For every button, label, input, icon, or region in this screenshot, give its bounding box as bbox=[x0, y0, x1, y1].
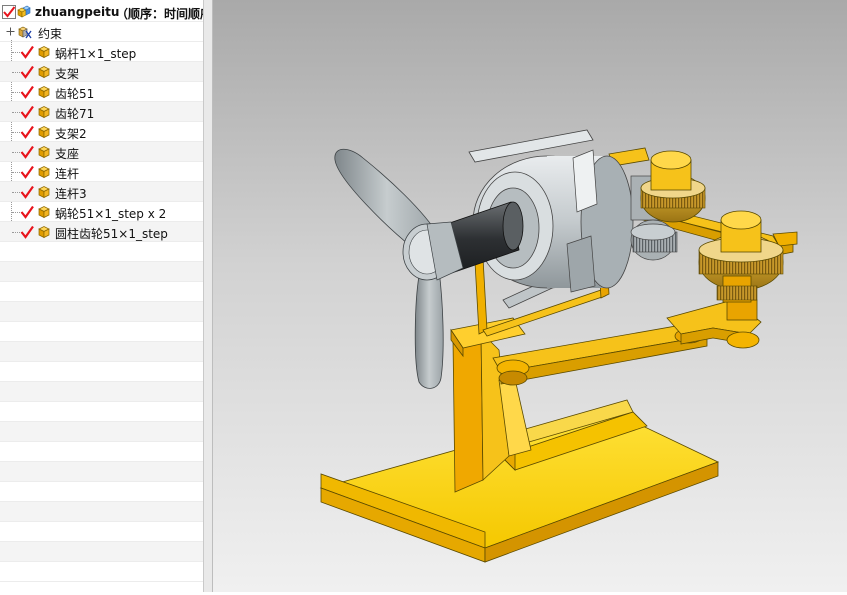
tree-item-part[interactable]: 齿轮71 bbox=[0, 102, 203, 122]
red-checkmark-icon[interactable] bbox=[20, 225, 34, 239]
empty-row bbox=[0, 382, 203, 402]
tree-item-constraints[interactable]: 约束 bbox=[0, 22, 203, 42]
graphics-viewport[interactable] bbox=[213, 0, 847, 592]
red-checkmark-icon[interactable] bbox=[20, 185, 34, 199]
empty-row bbox=[0, 302, 203, 322]
red-checkmark-icon[interactable] bbox=[20, 165, 34, 179]
red-checkmark-icon[interactable] bbox=[20, 105, 34, 119]
tree-item-part[interactable]: 连杆3 bbox=[0, 182, 203, 202]
tree-item-part[interactable]: 支架2 bbox=[0, 122, 203, 142]
root-checkbox-icon[interactable] bbox=[2, 5, 16, 19]
tree-item-part[interactable]: 支座 bbox=[0, 142, 203, 162]
root-name: zhuangpeitu bbox=[35, 5, 120, 19]
empty-row bbox=[0, 482, 203, 502]
part-label: 蜗轮51×1_step x 2 bbox=[55, 207, 167, 221]
part-cube-icon bbox=[38, 106, 50, 119]
assembly-navigator: zhuangpeitu （顺序：时间顺序 约束 蜗杆1×1_step 支架 齿轮… bbox=[0, 0, 203, 592]
red-checkmark-icon[interactable] bbox=[20, 85, 34, 99]
tree-root-row[interactable]: zhuangpeitu （顺序：时间顺序 bbox=[0, 2, 203, 22]
part-label: 连杆3 bbox=[55, 187, 87, 201]
tree-item-part[interactable]: 齿轮51 bbox=[0, 82, 203, 102]
part-label: 支座 bbox=[55, 147, 80, 161]
red-checkmark-icon[interactable] bbox=[20, 205, 34, 219]
part-cube-icon bbox=[38, 226, 50, 239]
part-label: 连杆 bbox=[55, 167, 80, 181]
part-cube-icon bbox=[38, 66, 50, 79]
red-checkmark-icon[interactable] bbox=[20, 145, 34, 159]
empty-row bbox=[0, 422, 203, 442]
empty-row bbox=[0, 502, 203, 522]
tree-item-part[interactable]: 蜗杆1×1_step bbox=[0, 42, 203, 62]
empty-row bbox=[0, 522, 203, 542]
part-cube-icon bbox=[38, 166, 50, 179]
empty-row bbox=[0, 562, 203, 582]
tree-item-part[interactable]: 支架 bbox=[0, 62, 203, 82]
empty-row bbox=[0, 462, 203, 482]
root-order: （顺序：时间顺序 bbox=[116, 7, 203, 21]
part-label: 蜗杆1×1_step bbox=[55, 47, 137, 61]
red-checkmark-icon[interactable] bbox=[20, 125, 34, 139]
part-cube-icon bbox=[38, 146, 50, 159]
tree-item-part[interactable]: 连杆 bbox=[0, 162, 203, 182]
part-label: 支架2 bbox=[55, 127, 87, 141]
empty-row bbox=[0, 262, 203, 282]
panel-splitter[interactable] bbox=[203, 0, 213, 592]
part-cube-icon bbox=[38, 186, 50, 199]
red-checkmark-icon[interactable] bbox=[20, 45, 34, 59]
empty-row bbox=[0, 542, 203, 562]
empty-row bbox=[0, 342, 203, 362]
empty-row bbox=[0, 402, 203, 422]
expand-plus-icon[interactable] bbox=[6, 27, 15, 36]
tree-item-part[interactable]: 圆柱齿轮51×1_step bbox=[0, 222, 203, 242]
assembly-icon bbox=[17, 5, 31, 18]
part-cube-icon bbox=[38, 126, 50, 139]
part-cube-icon bbox=[38, 86, 50, 99]
empty-row bbox=[0, 242, 203, 262]
part-label: 圆柱齿轮51×1_step bbox=[55, 227, 168, 241]
constraint-icon bbox=[18, 26, 32, 39]
empty-row bbox=[0, 282, 203, 302]
connecting-rod[interactable] bbox=[492, 321, 708, 386]
empty-row bbox=[0, 362, 203, 382]
part-cube-icon bbox=[38, 46, 50, 59]
tree-item-part[interactable]: 蜗轮51×1_step x 2 bbox=[0, 202, 203, 222]
empty-row bbox=[0, 442, 203, 462]
empty-row bbox=[0, 322, 203, 342]
part-cube-icon bbox=[38, 206, 50, 219]
assembly-model[interactable] bbox=[213, 0, 847, 592]
part-label: 支架 bbox=[55, 67, 80, 81]
part-label: 齿轮51 bbox=[55, 87, 95, 101]
red-checkmark-icon[interactable] bbox=[20, 65, 34, 79]
part-label: 齿轮71 bbox=[55, 107, 95, 121]
short-link[interactable] bbox=[666, 299, 762, 349]
constraints-label: 约束 bbox=[38, 27, 63, 41]
